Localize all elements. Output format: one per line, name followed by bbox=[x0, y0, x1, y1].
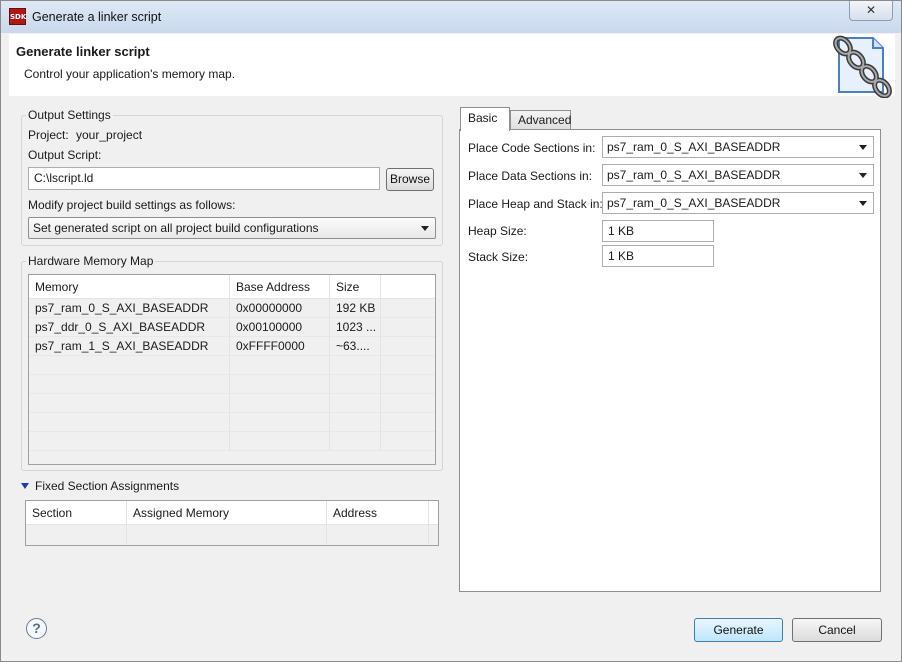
table-cell: ps7_ddr_0_S_AXI_BASEADDR bbox=[29, 318, 230, 337]
fixed-section-table: Section Assigned Memory Address bbox=[25, 500, 439, 546]
chevron-down-icon bbox=[859, 173, 867, 178]
modify-settings-dropdown[interactable]: Set generated script on all project buil… bbox=[28, 217, 436, 239]
project-value: your_project bbox=[76, 128, 143, 142]
output-settings-label: Output Settings bbox=[26, 108, 113, 122]
column-header-size[interactable]: Size bbox=[330, 275, 381, 299]
data-sections-dropdown[interactable]: ps7_ram_0_S_AXI_BASEADDR bbox=[602, 164, 874, 186]
fixed-section-assignments-label[interactable]: Fixed Section Assignments bbox=[35, 479, 179, 493]
chevron-down-icon bbox=[421, 226, 429, 231]
banner-title: Generate linker script bbox=[16, 44, 150, 59]
column-header-memory[interactable]: Memory bbox=[29, 275, 230, 299]
close-icon: ✕ bbox=[865, 3, 877, 17]
table-cell-empty bbox=[330, 356, 381, 375]
chevron-down-icon bbox=[859, 201, 867, 206]
table-cell: 0x00000000 bbox=[230, 299, 330, 318]
code-sections-label: Place Code Sections in: bbox=[468, 141, 596, 155]
table-cell-empty bbox=[29, 356, 230, 375]
table-cell-empty bbox=[230, 432, 330, 451]
table-cell: 192 KB bbox=[330, 299, 381, 318]
expand-triangle-icon[interactable] bbox=[21, 483, 29, 489]
table-cell-empty bbox=[29, 375, 230, 394]
column-header-assigned-memory[interactable]: Assigned Memory bbox=[127, 501, 327, 525]
table-cell-empty bbox=[330, 394, 381, 413]
tab-advanced[interactable]: Advanced bbox=[510, 110, 571, 130]
dialog-window: SDK Generate a linker script ✕ Generate … bbox=[0, 0, 902, 662]
table-row-empty bbox=[29, 413, 435, 432]
header-banner: Generate linker script Control your appl… bbox=[9, 34, 895, 98]
column-header-section[interactable]: Section bbox=[26, 501, 127, 525]
modify-settings-label: Modify project build settings as follows… bbox=[28, 198, 236, 212]
table-row[interactable]: ps7_ddr_0_S_AXI_BASEADDR 0x00100000 1023… bbox=[29, 318, 435, 337]
browse-button[interactable]: Browse bbox=[386, 168, 434, 191]
modify-settings-value: Set generated script on all project buil… bbox=[33, 221, 319, 235]
cancel-button[interactable]: Cancel bbox=[792, 618, 882, 642]
chevron-down-icon bbox=[859, 145, 867, 150]
column-header-address[interactable]: Address bbox=[327, 501, 429, 525]
title-bar: SDK Generate a linker script ✕ bbox=[1, 1, 901, 33]
chain-link-document-icon bbox=[833, 35, 892, 98]
table-cell-empty bbox=[29, 413, 230, 432]
stack-size-input[interactable]: 1 KB bbox=[602, 245, 714, 267]
output-script-input[interactable]: C:\lscript.ld bbox=[28, 167, 380, 190]
table-cell: 0xFFFF0000 bbox=[230, 337, 330, 356]
stack-size-label: Stack Size: bbox=[468, 250, 529, 264]
memory-map-header: Memory Base Address Size bbox=[29, 275, 435, 299]
heap-size-label: Heap Size: bbox=[468, 224, 527, 238]
table-cell-empty bbox=[230, 356, 330, 375]
window-title: Generate a linker script bbox=[32, 10, 162, 24]
memory-map-table: Memory Base Address Size ps7_ram_0_S_AXI… bbox=[28, 274, 436, 465]
table-cell-empty bbox=[26, 525, 127, 544]
banner-subtitle: Control your application's memory map. bbox=[24, 67, 236, 81]
table-cell-empty bbox=[230, 394, 330, 413]
generate-button[interactable]: Generate bbox=[694, 618, 783, 642]
column-header-base-address[interactable]: Base Address bbox=[230, 275, 330, 299]
table-row-empty bbox=[29, 356, 435, 375]
project-label: Project: bbox=[28, 128, 69, 142]
heap-size-input[interactable]: 1 KB bbox=[602, 220, 714, 242]
table-row[interactable]: ps7_ram_0_S_AXI_BASEADDR 0x00000000 192 … bbox=[29, 299, 435, 318]
table-cell-empty bbox=[330, 432, 381, 451]
fixed-section-header: Section Assigned Memory Address bbox=[26, 501, 438, 525]
table-row-empty bbox=[29, 375, 435, 394]
code-sections-dropdown[interactable]: ps7_ram_0_S_AXI_BASEADDR bbox=[602, 136, 874, 158]
close-window-button[interactable]: ✕ bbox=[849, 1, 893, 21]
sdk-app-icon: SDK bbox=[9, 8, 26, 25]
memory-map-body: ps7_ram_0_S_AXI_BASEADDR 0x00000000 192 … bbox=[29, 299, 435, 464]
table-cell-empty bbox=[230, 413, 330, 432]
table-cell-empty bbox=[127, 525, 327, 544]
heap-stack-value: ps7_ram_0_S_AXI_BASEADDR bbox=[607, 196, 781, 210]
output-script-label: Output Script: bbox=[28, 148, 102, 162]
table-cell-empty bbox=[29, 432, 230, 451]
tab-basic[interactable]: Basic bbox=[460, 107, 510, 131]
table-cell-empty bbox=[330, 375, 381, 394]
help-icon[interactable]: ? bbox=[26, 618, 47, 639]
table-cell-empty bbox=[230, 375, 330, 394]
table-row-empty bbox=[29, 394, 435, 413]
code-sections-value: ps7_ram_0_S_AXI_BASEADDR bbox=[607, 140, 781, 154]
table-cell: ps7_ram_1_S_AXI_BASEADDR bbox=[29, 337, 230, 356]
table-cell: 1023 ... bbox=[330, 318, 381, 337]
table-cell: ps7_ram_0_S_AXI_BASEADDR bbox=[29, 299, 230, 318]
table-cell-empty bbox=[330, 413, 381, 432]
fixed-section-body bbox=[26, 525, 438, 545]
data-sections-label: Place Data Sections in: bbox=[468, 169, 593, 183]
table-row-empty bbox=[29, 432, 435, 451]
hardware-memory-map-label: Hardware Memory Map bbox=[26, 254, 156, 268]
table-cell: ~63.... bbox=[330, 337, 381, 356]
heap-stack-label: Place Heap and Stack in: bbox=[468, 197, 603, 211]
table-cell-empty bbox=[29, 394, 230, 413]
table-cell: 0x00100000 bbox=[230, 318, 330, 337]
table-row[interactable]: ps7_ram_1_S_AXI_BASEADDR 0xFFFF0000 ~63.… bbox=[29, 337, 435, 356]
data-sections-value: ps7_ram_0_S_AXI_BASEADDR bbox=[607, 168, 781, 182]
table-cell-empty bbox=[327, 525, 429, 544]
heap-stack-dropdown[interactable]: ps7_ram_0_S_AXI_BASEADDR bbox=[602, 192, 874, 214]
